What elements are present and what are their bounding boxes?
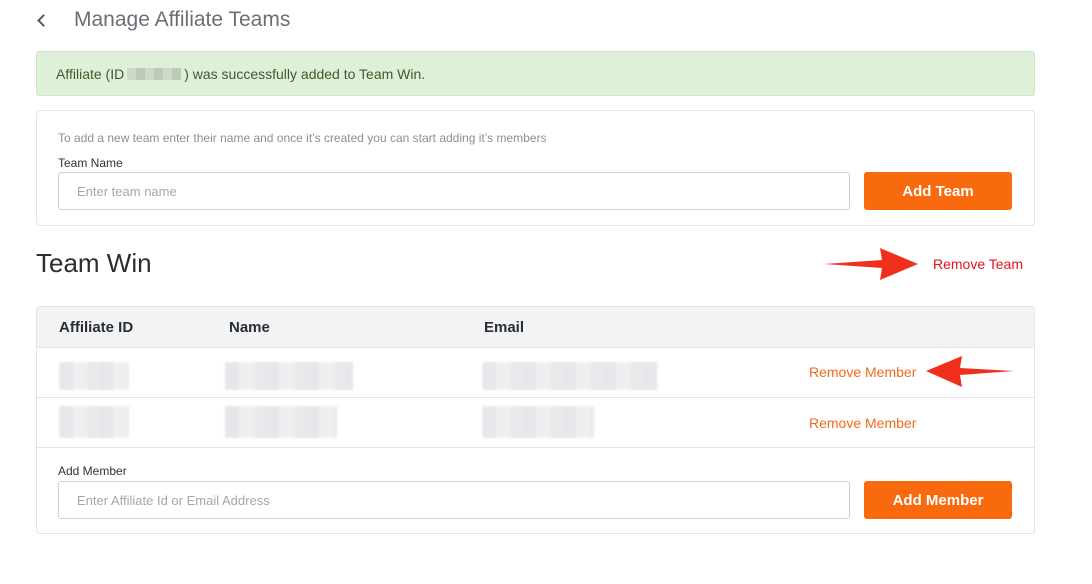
back-chevron-icon[interactable] bbox=[36, 13, 50, 27]
alert-suffix: ) was successfully added to Team Win. bbox=[184, 65, 426, 82]
column-name: Name bbox=[229, 319, 270, 336]
column-email: Email bbox=[484, 319, 525, 336]
add-team-button[interactable]: Add Team bbox=[864, 172, 1012, 210]
redacted-affiliate-id bbox=[127, 67, 182, 80]
remove-team-link[interactable]: Remove Team bbox=[933, 256, 1023, 272]
redacted-email bbox=[482, 362, 658, 390]
team-members-card: Affiliate ID Name Email Remove Member Re… bbox=[36, 306, 1035, 534]
page-title: Manage Affiliate Teams bbox=[74, 8, 291, 31]
redacted-affiliate-id bbox=[59, 362, 129, 390]
annotation-arrow-icon bbox=[926, 356, 1014, 387]
team-title: Team Win bbox=[36, 248, 152, 278]
redacted-name bbox=[225, 406, 337, 438]
success-alert: Affiliate (ID ) was successfully added t… bbox=[36, 51, 1035, 96]
team-name-label: Team Name bbox=[58, 156, 123, 170]
redacted-name bbox=[225, 362, 353, 390]
redacted-email bbox=[482, 406, 594, 438]
alert-prefix: Affiliate (ID bbox=[56, 65, 125, 82]
team-name-input[interactable] bbox=[58, 172, 850, 210]
remove-member-link[interactable]: Remove Member bbox=[809, 364, 916, 380]
table-row: Remove Member bbox=[37, 348, 1034, 398]
new-team-card: To add a new team enter their name and o… bbox=[36, 110, 1035, 226]
table-header: Affiliate ID Name Email bbox=[37, 307, 1034, 348]
redacted-affiliate-id bbox=[59, 406, 129, 438]
new-team-hint: To add a new team enter their name and o… bbox=[58, 131, 547, 145]
table-row: Remove Member bbox=[37, 398, 1034, 448]
add-member-button[interactable]: Add Member bbox=[864, 481, 1012, 519]
annotation-arrow-icon bbox=[824, 248, 918, 280]
add-member-label: Add Member bbox=[58, 464, 127, 478]
column-affiliate-id: Affiliate ID bbox=[59, 319, 134, 336]
remove-member-link[interactable]: Remove Member bbox=[809, 415, 916, 431]
add-member-input[interactable] bbox=[58, 481, 850, 519]
page-header: Manage Affiliate Teams bbox=[36, 6, 290, 34]
